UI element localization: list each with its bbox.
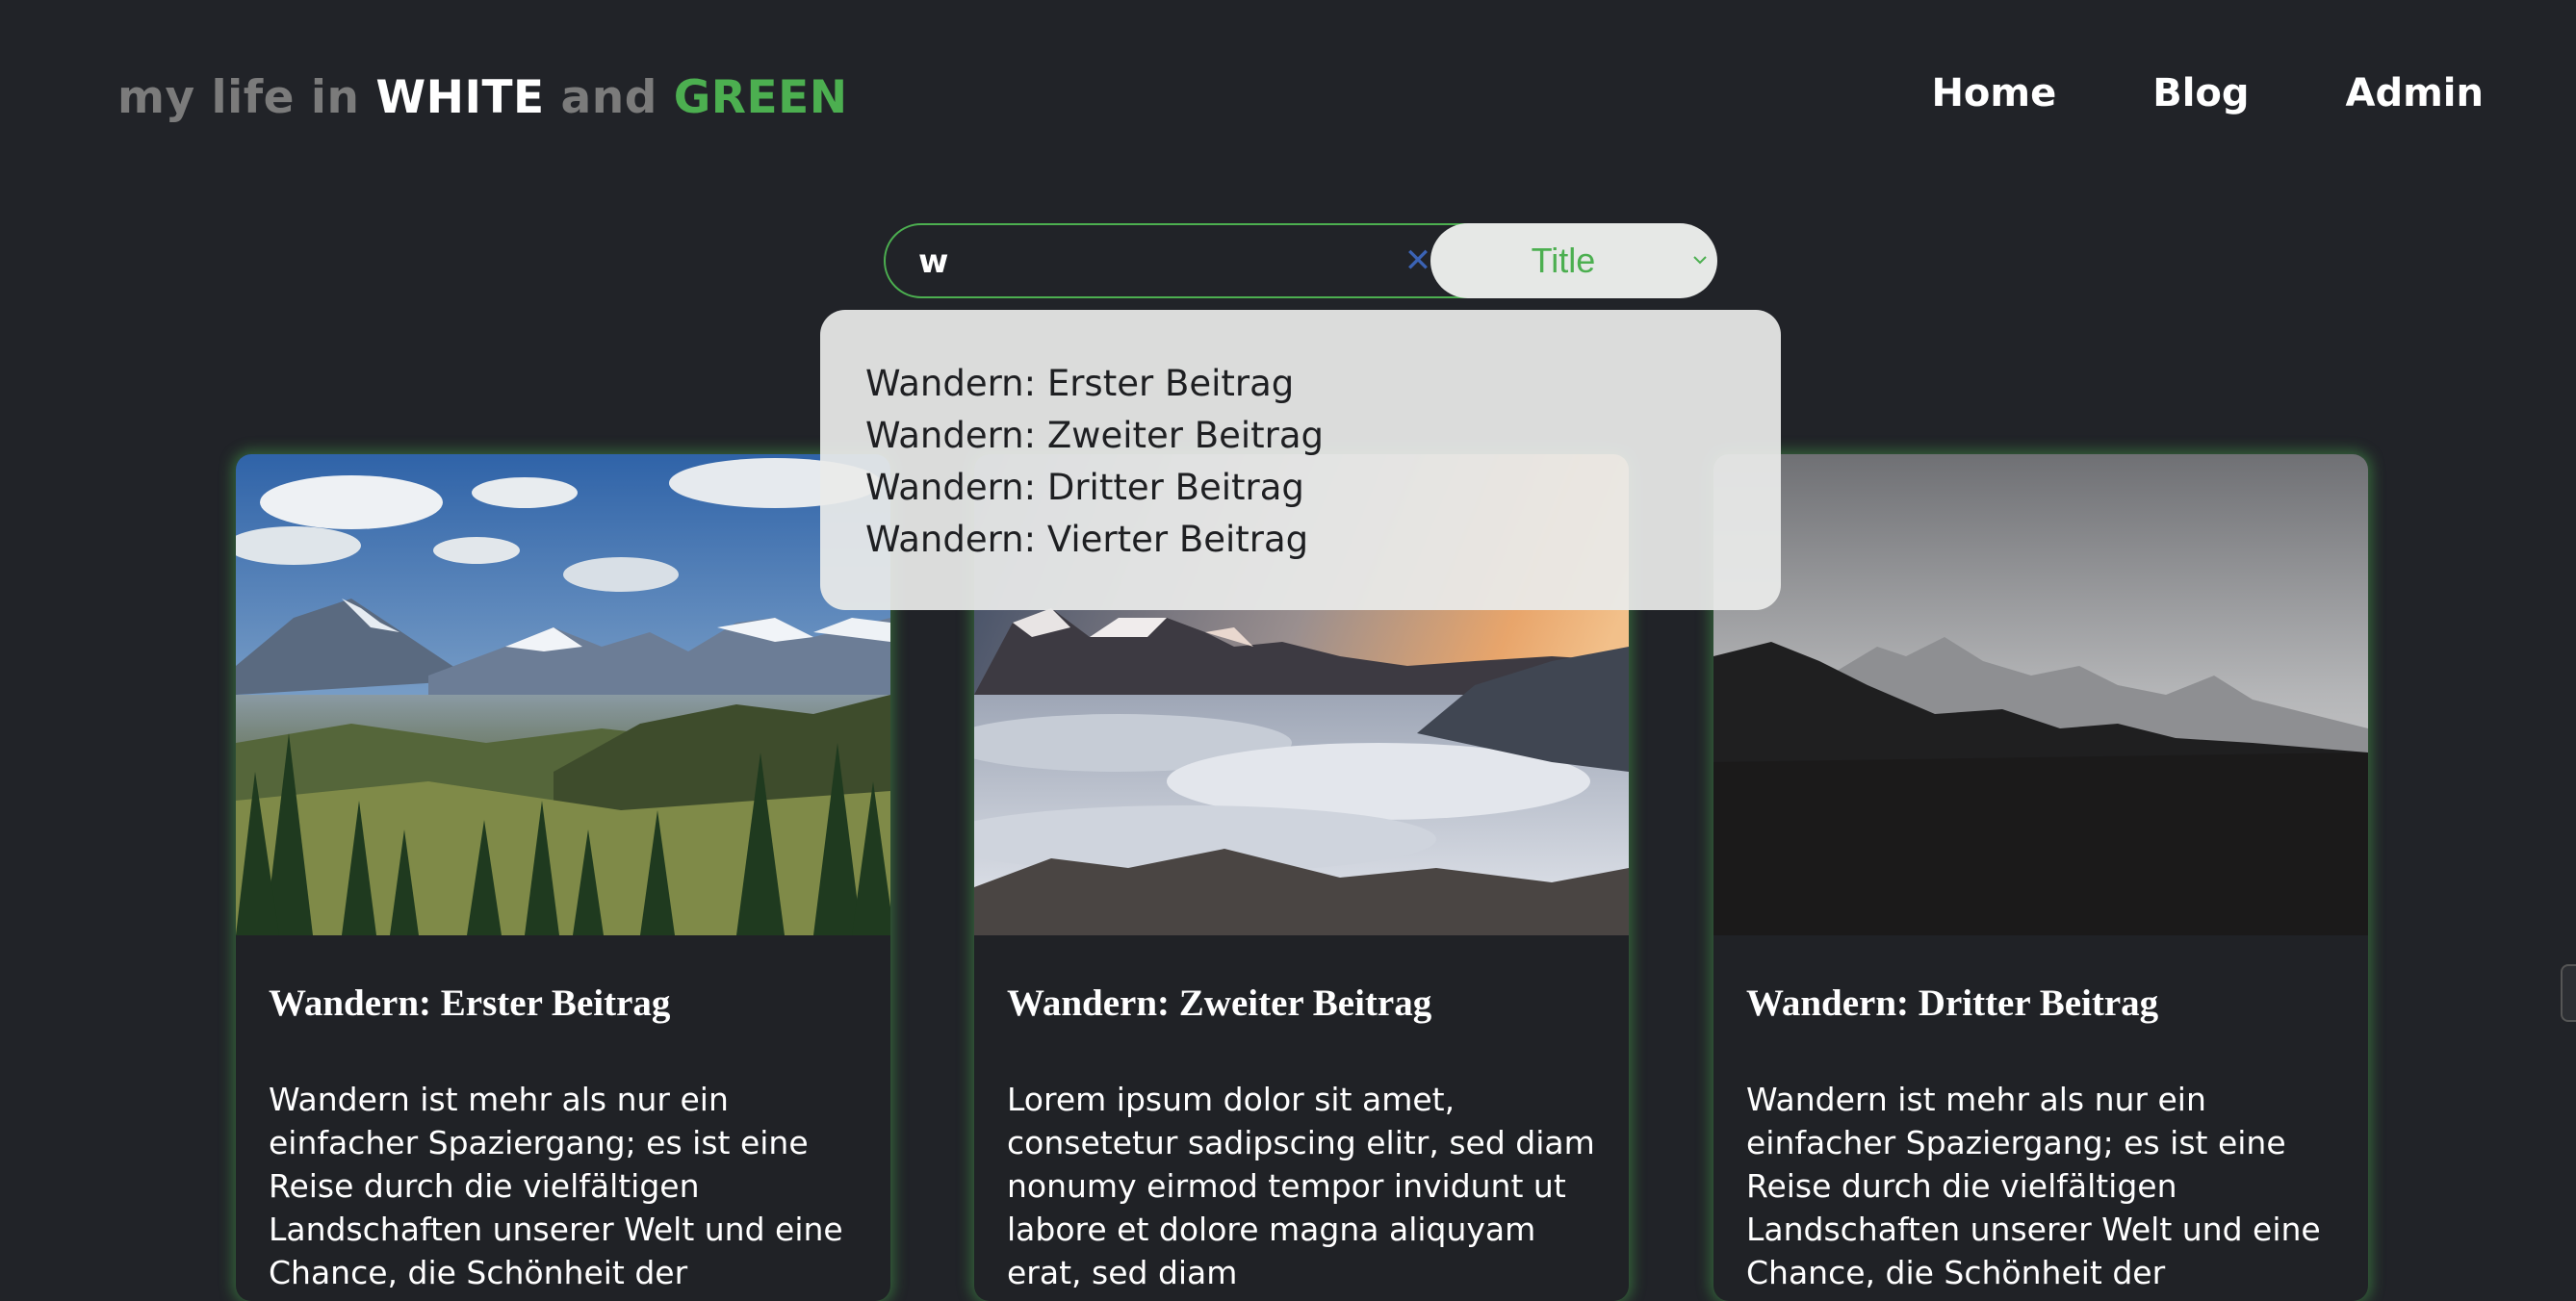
blog-card[interactable]: Wandern: Erster Beitrag Wandern ist mehr… bbox=[236, 454, 890, 1301]
card-title[interactable]: Wandern: Dritter Beitrag bbox=[1746, 982, 2158, 1025]
nav-blog-link[interactable]: Blog bbox=[2152, 71, 2249, 115]
main-nav: Home Blog Admin bbox=[1931, 71, 2484, 115]
card-title[interactable]: Wandern: Erster Beitrag bbox=[269, 982, 670, 1025]
search-filter-select[interactable]: Title bbox=[1430, 223, 1717, 298]
card-image-foggy-mountains bbox=[1713, 454, 2368, 935]
nav-home-link[interactable]: Home bbox=[1931, 71, 2056, 115]
nav-admin-link[interactable]: Admin bbox=[2346, 71, 2484, 115]
search-bar: ✕ Title bbox=[884, 223, 1717, 298]
logo-text-white: WHITE bbox=[375, 71, 545, 124]
blog-card[interactable]: Wandern: Dritter Beitrag Wandern ist meh… bbox=[1713, 454, 2368, 1301]
card-image-mountain-forest bbox=[236, 454, 890, 935]
card-title[interactable]: Wandern: Zweiter Beitrag bbox=[1007, 982, 1431, 1025]
suggestion-item[interactable]: Wandern: Dritter Beitrag bbox=[865, 462, 1781, 514]
logo-text-part: and bbox=[544, 71, 674, 124]
suggestion-item[interactable]: Wandern: Zweiter Beitrag bbox=[865, 410, 1781, 462]
logo-text-part: my life in bbox=[117, 71, 376, 124]
suggestion-item[interactable]: Wandern: Erster Beitrag bbox=[865, 358, 1781, 410]
suggestion-item[interactable]: Wandern: Vierter Beitrag bbox=[865, 514, 1781, 566]
search-input[interactable] bbox=[916, 225, 1421, 298]
search-filter-value: Title bbox=[1531, 241, 1596, 280]
card-excerpt: Lorem ipsum dolor sit amet, consetetur s… bbox=[1007, 1081, 1595, 1291]
card-excerpt: Wandern ist mehr als nur ein einfacher S… bbox=[269, 1081, 843, 1291]
search-field[interactable]: ✕ bbox=[884, 223, 1504, 298]
site-logo[interactable]: my life in WHITE and GREEN bbox=[117, 71, 848, 124]
logo-text-green: GREEN bbox=[673, 71, 848, 124]
scrollbar-thumb[interactable] bbox=[2561, 964, 2576, 1022]
card-excerpt: Wandern ist mehr als nur ein einfacher S… bbox=[1746, 1081, 2321, 1291]
chevron-down-icon bbox=[1693, 256, 1707, 265]
search-suggestions-dropdown: Wandern: Erster Beitrag Wandern: Zweiter… bbox=[820, 310, 1781, 610]
